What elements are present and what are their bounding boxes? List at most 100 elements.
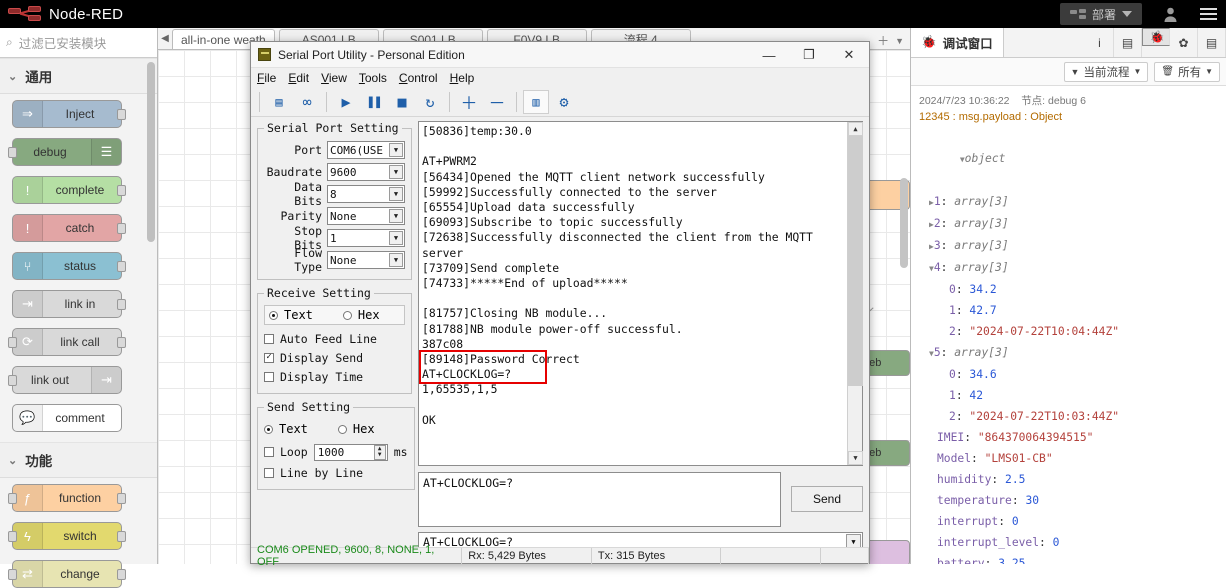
node-input-port[interactable] (8, 531, 17, 542)
json-row-17[interactable]: battery: 3.25 (919, 553, 1222, 564)
auto-feed-line-checkbox[interactable] (264, 333, 274, 344)
node-output-port[interactable] (117, 531, 126, 542)
palette-node-Inject[interactable]: ⇒ Inject (12, 100, 126, 128)
scroll-up-icon[interactable]: ▲ (848, 122, 863, 136)
palette-category-1[interactable]: ⌄ 功能 (0, 442, 157, 478)
json-row-9[interactable]: 1: 42 (919, 385, 1222, 406)
chevron-down-icon[interactable]: ▼ (389, 209, 403, 223)
json-row-3[interactable]: ▼4: array[3] (919, 257, 1222, 279)
flow-type-select[interactable]: None ▼ (327, 251, 405, 269)
json-row-0[interactable]: ▶1: array[3] (919, 191, 1222, 213)
palette-node-status[interactable]: ⑂ status (12, 252, 126, 280)
display-send-checkbox[interactable]: ✓ (264, 352, 274, 363)
tab-add-icon[interactable]: ＋ (877, 32, 889, 49)
json-root-row[interactable]: ▼object (919, 127, 1222, 191)
node-output-port[interactable] (117, 569, 126, 580)
node-input-port[interactable] (8, 147, 17, 158)
terminal-scrollbar[interactable]: ▲ ▼ (847, 122, 863, 465)
node-input-port[interactable] (8, 493, 17, 504)
json-row-11[interactable]: IMEI: "864370064394515" (919, 427, 1222, 448)
port-select[interactable]: COM6(USE ▼ (327, 141, 405, 159)
clear-all-button[interactable]: 🗑 所有 ▼ (1154, 61, 1220, 82)
palette-node-catch[interactable]: ! catch (12, 214, 126, 242)
stop-bits-select[interactable]: 1 ▼ (327, 229, 405, 247)
palette-node-function[interactable]: ƒ function (8, 484, 126, 512)
filter-current-flow-button[interactable]: ▼ 当前流程 ▼ (1063, 61, 1149, 82)
json-row-12[interactable]: Model: "LMS01-CB" (919, 448, 1222, 469)
node-output-port[interactable] (117, 109, 126, 120)
node-output-port[interactable] (117, 299, 126, 310)
tab-debug-window[interactable]: 🐞 调试窗口 (911, 28, 1004, 57)
menu-item-view[interactable]: View (321, 71, 347, 85)
data-bits-select[interactable]: 8 ▼ (327, 185, 405, 203)
json-row-13[interactable]: humidity: 2.5 (919, 469, 1222, 490)
window-titlebar[interactable]: Serial Port Utility - Personal Edition —… (251, 42, 869, 68)
parity-select[interactable]: None ▼ (327, 207, 405, 225)
chevron-down-icon[interactable]: ▼ (389, 231, 403, 245)
add-icon[interactable]: ＋ (456, 90, 482, 114)
json-row-2[interactable]: ▶3: array[3] (919, 235, 1222, 257)
palette-search[interactable]: ⌕ 过滤已安装模块 (0, 28, 157, 58)
settings-gear-icon[interactable]: ⚙ (551, 90, 577, 114)
send-text-radio[interactable] (264, 424, 273, 434)
menu-item-file[interactable]: File (257, 71, 276, 85)
chevron-down-icon[interactable]: ▼ (895, 36, 904, 46)
node-input-port[interactable] (8, 337, 17, 348)
node-output-port[interactable] (117, 185, 126, 196)
node-output-port[interactable] (117, 261, 126, 272)
chevron-down-icon[interactable]: ▼ (389, 165, 403, 179)
json-row-7[interactable]: ▼5: array[3] (919, 342, 1222, 364)
canvas-scrollbar[interactable] (900, 178, 908, 268)
menu-item-help[interactable]: Help (450, 71, 475, 85)
close-button[interactable]: ✕ (829, 42, 869, 68)
chevron-down-icon[interactable]: ▼ (389, 187, 403, 201)
scroll-down-icon[interactable]: ▼ (848, 451, 863, 465)
json-row-14[interactable]: temperature: 30 (919, 490, 1222, 511)
context-data-icon[interactable]: ▤ (1198, 28, 1226, 57)
palette-node-link-in[interactable]: ⇥ link in (12, 290, 126, 318)
display-time-checkbox[interactable] (264, 371, 274, 382)
palette-category-0[interactable]: ⌄ 通用 (0, 58, 157, 94)
palette-scrollbar[interactable] (147, 62, 155, 242)
line-by-line-checkbox[interactable] (264, 467, 274, 478)
debug-bug-icon[interactable]: 🐞 (1142, 28, 1170, 46)
deploy-button[interactable]: 部署 (1059, 3, 1142, 25)
node-output-port[interactable] (117, 223, 126, 234)
loop-value-stepper[interactable]: 1000 ▲ ▼ (313, 443, 388, 461)
palette-node-change[interactable]: ⇄ change (8, 560, 126, 588)
chevron-down-icon[interactable]: ▼ (389, 253, 403, 267)
terminal-output-panel[interactable]: [50836]temp:30.0 AT+PWRM2 [56434]Opened … (418, 121, 863, 466)
user-menu-button[interactable] (1150, 6, 1190, 23)
node-output-port[interactable] (117, 337, 126, 348)
help-book-icon[interactable]: ▤ (1114, 28, 1142, 57)
palette-node-link-out[interactable]: link out ⇥ (8, 366, 122, 394)
send-hex-radio[interactable] (337, 424, 347, 434)
json-row-4[interactable]: 0: 34.2 (919, 279, 1222, 300)
node-input-port[interactable] (8, 375, 17, 386)
send-input[interactable]: AT+CLOCKLOG=? (418, 472, 781, 527)
node-output-port[interactable] (117, 493, 126, 504)
palette-node-debug[interactable]: debug ☰ (8, 138, 122, 166)
chevron-down-icon[interactable]: ▼ (389, 143, 403, 157)
main-menu-button[interactable] (1190, 5, 1226, 23)
debug-message-list[interactable]: 2024/7/23 10:36:22 节点: debug 6 12345 : m… (911, 87, 1226, 564)
config-gear-icon[interactable]: ✿ (1170, 28, 1198, 57)
json-row-5[interactable]: 1: 42.7 (919, 300, 1222, 321)
scrollbar-thumb[interactable] (848, 136, 863, 386)
chevron-down-icon[interactable] (1122, 11, 1132, 17)
new-file-icon[interactable]: ▤ (266, 90, 292, 114)
json-row-16[interactable]: interrupt_level: 0 (919, 532, 1222, 553)
node-input-port[interactable] (8, 569, 17, 580)
stop-icon[interactable]: ■ (389, 90, 415, 114)
record-icon[interactable]: ∞ (294, 90, 320, 114)
remove-icon[interactable]: － (484, 90, 510, 114)
receive-text-radio[interactable] (269, 310, 278, 320)
baudrate-select[interactable]: 9600 ▼ (327, 163, 405, 181)
menu-item-control[interactable]: Control (399, 71, 438, 85)
json-row-10[interactable]: 2: "2024-07-22T10:03:44Z" (919, 406, 1222, 427)
json-row-8[interactable]: 0: 34.6 (919, 364, 1222, 385)
palette-node-switch[interactable]: ϟ switch (8, 522, 126, 550)
json-row-15[interactable]: interrupt: 0 (919, 511, 1222, 532)
start-icon[interactable]: ▶ (333, 90, 359, 114)
palette-node-comment[interactable]: 💬 comment (12, 404, 122, 432)
